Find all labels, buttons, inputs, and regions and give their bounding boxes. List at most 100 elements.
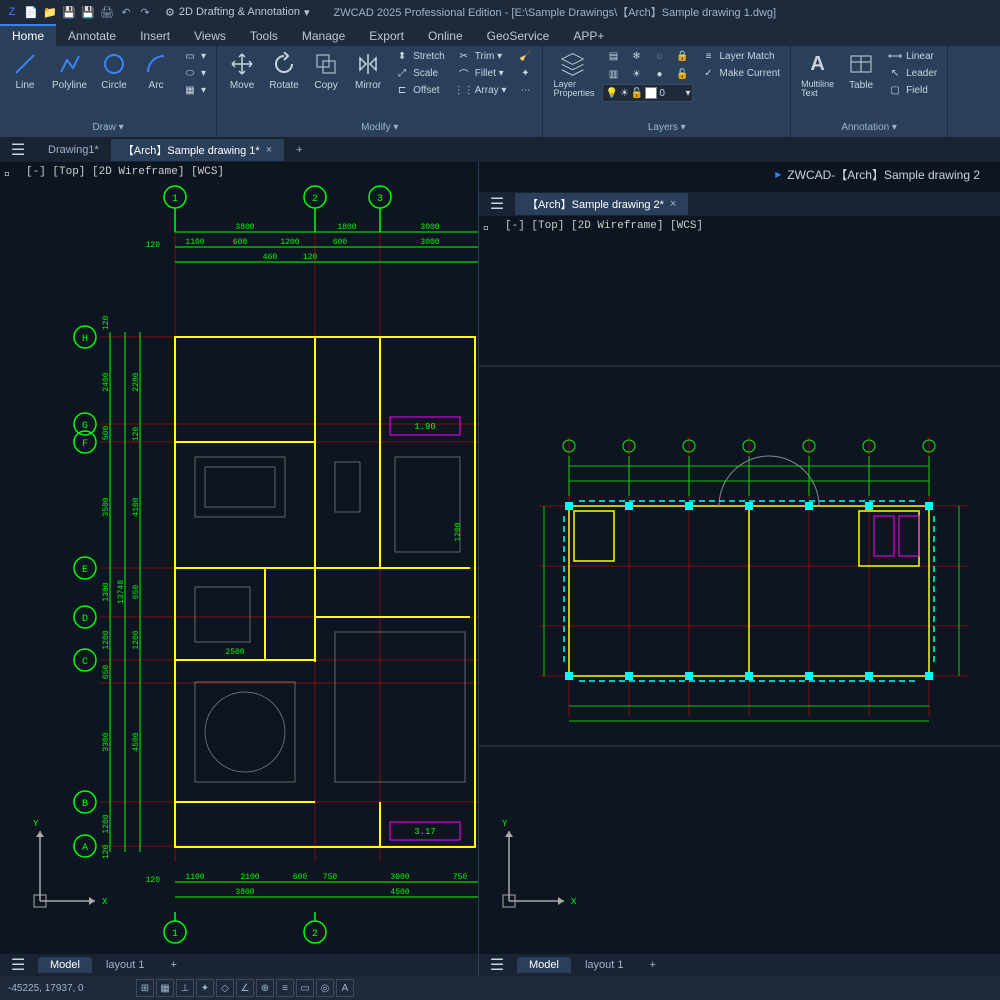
scale-button[interactable]: ⤢Scale	[391, 65, 449, 81]
menu-icon[interactable]: ☰	[487, 955, 507, 975]
arc-icon	[142, 50, 170, 78]
circle-button[interactable]: Circle	[95, 48, 133, 93]
plot-icon[interactable]: 🖨	[99, 4, 115, 20]
layout-tab[interactable]: layout 1	[573, 957, 636, 973]
new-icon[interactable]: 📄	[23, 4, 39, 20]
make-current-button[interactable]: ✓Make Current	[697, 65, 784, 81]
dyn-button[interactable]: ⊕	[256, 979, 274, 997]
rotate-button[interactable]: Rotate	[265, 48, 303, 93]
redo-icon[interactable]: ↷	[137, 4, 153, 20]
close-icon[interactable]: ×	[266, 144, 272, 156]
leader-button[interactable]: ↖Leader	[884, 65, 941, 81]
arc-button[interactable]: Arc	[137, 48, 175, 93]
hatch-button[interactable]: ▦▾	[179, 82, 210, 98]
file-tab-sample1[interactable]: 【Arch】Sample drawing 1*×	[111, 139, 284, 161]
menu-icon[interactable]: ☰	[8, 955, 28, 975]
layer-on-button[interactable]: ●	[648, 66, 670, 82]
coordinates: -45225, 17937, 0	[8, 983, 128, 994]
svg-text:4500: 4500	[390, 888, 409, 897]
secondary-file-tabs: ☰ 【Arch】Sample drawing 2*×	[479, 192, 1000, 216]
ribbon-tab-views[interactable]: Views	[182, 26, 238, 46]
polar-button[interactable]: ✦	[196, 979, 214, 997]
ribbon-tab-online[interactable]: Online	[416, 26, 475, 46]
table-button[interactable]: Table	[842, 48, 880, 93]
close-icon[interactable]: ×	[670, 198, 676, 210]
ribbon-tab-home[interactable]: Home	[0, 24, 56, 46]
layer-uniso-button[interactable]: ▥	[602, 66, 624, 82]
anno-button[interactable]: A	[336, 979, 354, 997]
svg-text:2280: 2280	[132, 372, 141, 391]
polyline-button[interactable]: Polyline	[48, 48, 91, 93]
ribbon-tab-manage[interactable]: Manage	[290, 26, 357, 46]
copy-button[interactable]: Copy	[307, 48, 345, 93]
ribbon-tab-app[interactable]: APP+	[561, 26, 616, 46]
erase-button[interactable]: 🧹	[514, 48, 536, 64]
layer-unlock-button[interactable]: 🔓	[671, 66, 693, 82]
svg-text:C: C	[82, 657, 88, 668]
svg-text:2100: 2100	[240, 873, 259, 882]
logo-icon[interactable]: Z	[4, 4, 20, 20]
add-layout-button[interactable]: +	[638, 957, 668, 973]
lwt-button[interactable]: ≡	[276, 979, 294, 997]
cycle-button[interactable]: ◎	[316, 979, 334, 997]
rotate-icon	[270, 50, 298, 78]
file-tabs: ☰ Drawing1* 【Arch】Sample drawing 1*× +	[0, 138, 1000, 162]
layer-lock-button[interactable]: 🔒	[671, 48, 693, 64]
viewport-main[interactable]: ▫ [-] [Top] [2D Wireframe] [WCS] 1 2 3	[0, 162, 478, 976]
ribbon-tab-tools[interactable]: Tools	[238, 26, 290, 46]
explode-button[interactable]: ✦	[514, 65, 536, 81]
array-button[interactable]: ⋮⋮Array ▾	[453, 82, 511, 98]
ribbon-tab-geoservice[interactable]: GeoService	[475, 26, 562, 46]
layer-freeze-button[interactable]: ❄	[625, 48, 647, 64]
model-tab[interactable]: Model	[517, 957, 571, 973]
layer-properties-button[interactable]: Layer Properties	[549, 48, 598, 100]
workspace-selector[interactable]: ⚙ 2D Drafting & Annotation ▾	[165, 6, 309, 19]
svg-text:650: 650	[102, 665, 111, 680]
otrack-button[interactable]: ∠	[236, 979, 254, 997]
svg-text:E: E	[82, 565, 88, 576]
file-tab-drawing1[interactable]: Drawing1*	[36, 141, 111, 159]
move-button[interactable]: Move	[223, 48, 261, 93]
layout-tab[interactable]: layout 1	[94, 957, 157, 973]
menu-icon[interactable]: ☰	[487, 194, 507, 214]
layer-off-button[interactable]: ◌	[648, 48, 670, 64]
open-icon[interactable]: 📁	[42, 4, 58, 20]
mirror-button[interactable]: Mirror	[349, 48, 387, 93]
ribbon-tab-annotate[interactable]: Annotate	[56, 26, 128, 46]
saveas-icon[interactable]: 💾	[80, 4, 96, 20]
trim-button[interactable]: ✂Trim ▾	[453, 48, 511, 64]
file-tab-sample2[interactable]: 【Arch】Sample drawing 2*×	[515, 193, 688, 215]
mtext-button[interactable]: AMultiline Text	[797, 48, 838, 100]
layer-thaw-button[interactable]: ☀	[625, 66, 647, 82]
grid-button[interactable]: ▦	[156, 979, 174, 997]
rect-button[interactable]: ▭▾	[179, 48, 210, 64]
menu-icon[interactable]: ☰	[8, 140, 28, 160]
add-layout-button[interactable]: +	[159, 957, 189, 973]
ribbon-tab-insert[interactable]: Insert	[128, 26, 182, 46]
ellipse-button[interactable]: ⬭▾	[179, 65, 210, 81]
linear-button[interactable]: ⟷Linear	[884, 48, 941, 64]
model-tab[interactable]: Model	[38, 957, 92, 973]
stretch-button[interactable]: ⬍Stretch	[391, 48, 449, 64]
layer-dropdown[interactable]: 💡☀🔓0▾	[602, 84, 693, 102]
viewport-secondary[interactable]: ▸ ZWCAD-【Arch】Sample drawing 2 ☰ 【Arch】S…	[478, 162, 1000, 976]
ortho-button[interactable]: ⊥	[176, 979, 194, 997]
field-button[interactable]: ▢Field	[884, 82, 941, 98]
model-button[interactable]: ▭	[296, 979, 314, 997]
offset-button[interactable]: ⊏Offset	[391, 82, 449, 98]
text-icon: A	[804, 50, 832, 78]
layer-match-button[interactable]: ≡Layer Match	[697, 48, 784, 64]
fillet-button[interactable]: ⌒Fillet ▾	[453, 65, 511, 81]
undo-icon[interactable]: ↶	[118, 4, 134, 20]
ribbon-tab-export[interactable]: Export	[357, 26, 416, 46]
svg-text:750: 750	[453, 873, 468, 882]
layer-iso-button[interactable]: ▤	[602, 48, 624, 64]
more-button[interactable]: ⋯	[514, 82, 536, 98]
snap-button[interactable]: ⊞	[136, 979, 154, 997]
osnap-button[interactable]: ◇	[216, 979, 234, 997]
svg-text:1200: 1200	[454, 522, 463, 541]
line-button[interactable]: Line	[6, 48, 44, 93]
save-icon[interactable]: 💾	[61, 4, 77, 20]
new-tab-button[interactable]: +	[284, 141, 314, 159]
viewport-area: ▫ [-] [Top] [2D Wireframe] [WCS] 1 2 3	[0, 162, 1000, 976]
